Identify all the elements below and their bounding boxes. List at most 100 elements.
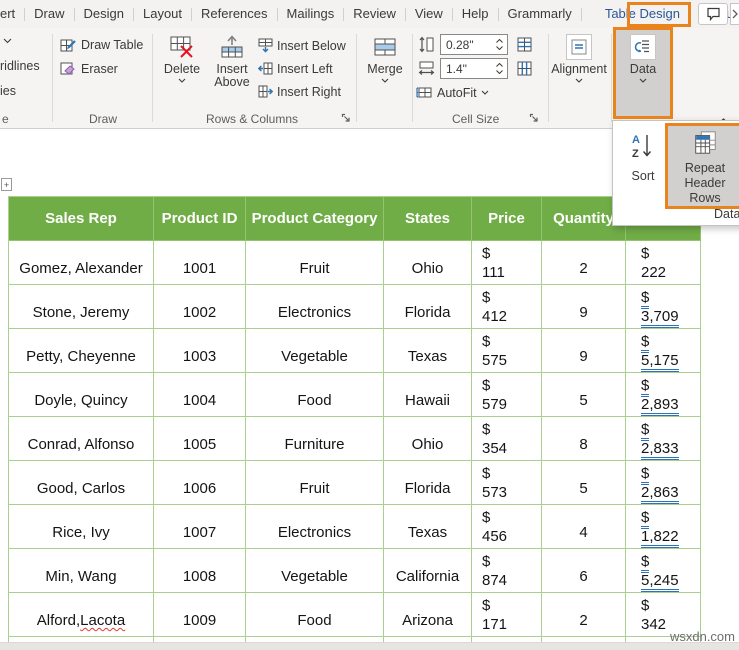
- cell-product-id[interactable]: 1001: [154, 241, 246, 285]
- cell-state[interactable]: Florida: [384, 285, 472, 329]
- cell-sales[interactable]: $222: [626, 241, 701, 285]
- cell-sales[interactable]: $3,709: [626, 285, 701, 329]
- cell-quantity[interactable]: 9: [542, 285, 626, 329]
- cell-sales-rep[interactable]: Doyle, Quincy: [9, 373, 154, 417]
- cell-sales-rep[interactable]: Gomez, Alexander: [9, 241, 154, 285]
- cell-product-id[interactable]: 1004: [154, 373, 246, 417]
- cell-price[interactable]: $456: [472, 505, 542, 549]
- cell-state[interactable]: Ohio: [384, 417, 472, 461]
- row-height-spinner[interactable]: [496, 39, 507, 50]
- cell-quantity[interactable]: 6: [542, 549, 626, 593]
- table-move-handle[interactable]: +: [1, 178, 12, 191]
- cell-sales-rep[interactable]: Min, Wang: [9, 549, 154, 593]
- cell-price[interactable]: $874: [472, 549, 542, 593]
- cell-product-id[interactable]: 1009: [154, 593, 246, 637]
- column-header[interactable]: Price: [472, 197, 542, 241]
- cell-product-id[interactable]: 1002: [154, 285, 246, 329]
- merge-button[interactable]: Merge: [362, 34, 408, 83]
- cell-size-dialog-launcher[interactable]: [529, 111, 542, 124]
- cell-sales[interactable]: $2,833: [626, 417, 701, 461]
- distribute-columns-icon[interactable]: [516, 60, 533, 77]
- cell-state[interactable]: Texas: [384, 329, 472, 373]
- cell-state[interactable]: Ohio: [384, 241, 472, 285]
- cell-product-id[interactable]: 1005: [154, 417, 246, 461]
- cell-sales-rep[interactable]: Conrad, Alfonso: [9, 417, 154, 461]
- cell-quantity[interactable]: 5: [542, 373, 626, 417]
- cell-sales-rep[interactable]: Petty, Cheyenne: [9, 329, 154, 373]
- ribbon-tab-references[interactable]: References: [192, 1, 276, 27]
- draw-table-button[interactable]: Draw Table: [60, 36, 143, 53]
- cell-state[interactable]: Texas: [384, 505, 472, 549]
- cell-price[interactable]: $579: [472, 373, 542, 417]
- cell-quantity[interactable]: 2: [542, 593, 626, 637]
- horizontal-scrollbar[interactable]: [0, 642, 739, 650]
- properties-button-cut[interactable]: ies: [0, 84, 16, 98]
- ribbon-tab-layout[interactable]: Layout: [134, 1, 191, 27]
- cell-quantity[interactable]: 4: [542, 505, 626, 549]
- column-header[interactable]: Product Category: [246, 197, 384, 241]
- cell-price[interactable]: $573: [472, 461, 542, 505]
- insert-left-button[interactable]: Insert Left: [258, 61, 333, 76]
- cell-sales-rep[interactable]: Good, Carlos: [9, 461, 154, 505]
- repeat-header-rows-button[interactable]: Repeat Header Rows: [668, 126, 739, 206]
- column-width-input[interactable]: 1.4": [440, 58, 508, 79]
- cell-product-id[interactable]: 1006: [154, 461, 246, 505]
- cell-product-category[interactable]: Electronics: [246, 505, 384, 549]
- ribbon-tab-view[interactable]: View: [406, 1, 452, 27]
- cell-price[interactable]: $354: [472, 417, 542, 461]
- ribbon-tab-grammarly[interactable]: Grammarly: [499, 1, 581, 27]
- column-header[interactable]: States: [384, 197, 472, 241]
- column-header[interactable]: Sales Rep: [9, 197, 154, 241]
- data-button[interactable]: Data: [617, 34, 669, 83]
- cell-state[interactable]: Arizona: [384, 593, 472, 637]
- cell-product-category[interactable]: Food: [246, 373, 384, 417]
- row-height-input[interactable]: 0.28": [440, 34, 508, 55]
- cell-product-category[interactable]: Fruit: [246, 461, 384, 505]
- cell-quantity[interactable]: 2: [542, 241, 626, 285]
- cell-price[interactable]: $575: [472, 329, 542, 373]
- cell-sales[interactable]: $2,893: [626, 373, 701, 417]
- ribbon-tab-table-design[interactable]: Table Design: [596, 1, 689, 27]
- distribute-rows-icon[interactable]: [516, 36, 533, 53]
- cell-product-category[interactable]: Fruit: [246, 241, 384, 285]
- cell-product-id[interactable]: 1007: [154, 505, 246, 549]
- cell-product-category[interactable]: Furniture: [246, 417, 384, 461]
- cell-sales[interactable]: $5,245: [626, 549, 701, 593]
- comments-button[interactable]: [698, 3, 728, 25]
- ribbon-tab-review[interactable]: Review: [344, 1, 405, 27]
- cell-state[interactable]: Florida: [384, 461, 472, 505]
- eraser-button[interactable]: Eraser: [60, 60, 118, 77]
- cell-quantity[interactable]: 8: [542, 417, 626, 461]
- insert-right-button[interactable]: Insert Right: [258, 84, 341, 99]
- view-gridlines-button-cut[interactable]: ridlines: [0, 59, 40, 73]
- ribbon-tab-help[interactable]: Help: [453, 1, 498, 27]
- cell-quantity[interactable]: 9: [542, 329, 626, 373]
- alignment-button[interactable]: Alignment: [551, 34, 607, 83]
- column-width-spinner[interactable]: [496, 63, 507, 74]
- column-header[interactable]: Product ID: [154, 197, 246, 241]
- insert-above-button[interactable]: Insert Above: [208, 34, 256, 89]
- chevron-down-icon[interactable]: [3, 38, 12, 44]
- ribbon-tab-draw[interactable]: Draw: [25, 1, 73, 27]
- delete-button[interactable]: Delete: [158, 34, 206, 83]
- cell-sales-rep[interactable]: Stone, Jeremy: [9, 285, 154, 329]
- cell-product-id[interactable]: 1003: [154, 329, 246, 373]
- cell-sales[interactable]: $2,863: [626, 461, 701, 505]
- cell-sales[interactable]: $1,822: [626, 505, 701, 549]
- cell-product-category[interactable]: Vegetable: [246, 549, 384, 593]
- ribbon-tab-ert[interactable]: ert: [0, 1, 24, 27]
- cell-price[interactable]: $171: [472, 593, 542, 637]
- cell-product-category[interactable]: Vegetable: [246, 329, 384, 373]
- cell-state[interactable]: California: [384, 549, 472, 593]
- cell-product-id[interactable]: 1008: [154, 549, 246, 593]
- cell-price[interactable]: $111: [472, 241, 542, 285]
- insert-below-button[interactable]: Insert Below: [258, 38, 346, 53]
- rows-columns-dialog-launcher[interactable]: [341, 111, 354, 124]
- autofit-button[interactable]: AutoFit: [416, 84, 489, 101]
- cell-sales[interactable]: $5,175: [626, 329, 701, 373]
- sort-button[interactable]: A Z Sort: [621, 129, 665, 203]
- cell-price[interactable]: $412: [472, 285, 542, 329]
- ribbon-tab-design[interactable]: Design: [75, 1, 133, 27]
- cell-product-category[interactable]: Food: [246, 593, 384, 637]
- cell-product-category[interactable]: Electronics: [246, 285, 384, 329]
